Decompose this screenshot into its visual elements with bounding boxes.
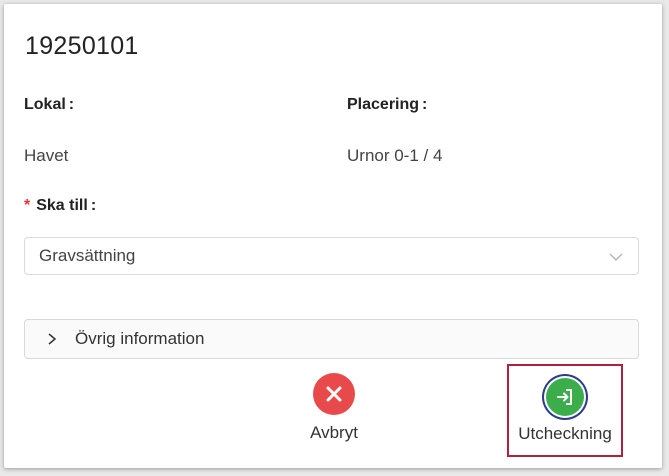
placering-label-colon: :: [422, 96, 428, 113]
ska-till-label: * Ska till:: [24, 197, 96, 215]
cancel-label: Avbryt: [310, 423, 358, 442]
dialog-title: 19250101: [25, 32, 139, 60]
sign-in-icon: [557, 389, 572, 405]
lokal-label: Lokal:: [24, 96, 74, 114]
ska-till-select[interactable]: Gravsättning: [24, 237, 639, 275]
ska-till-label-text: Ska till: [36, 197, 88, 214]
ovrig-information-collapse[interactable]: Övrig information: [24, 319, 639, 359]
placering-value: Urnor 0-1 / 4: [347, 146, 443, 165]
ska-till-selected-value: Gravsättning: [39, 246, 136, 265]
cancel-circle: [313, 373, 355, 415]
checkout-dialog: 19250101 Lokal: Havet Placering: Urnor 0…: [4, 4, 662, 468]
required-mark: *: [24, 197, 31, 214]
ska-till-label-colon: :: [90, 197, 97, 214]
chevron-down-icon: [609, 253, 623, 261]
lokal-label-text: Lokal: [24, 96, 66, 113]
checkout-circle: [546, 378, 584, 416]
close-icon: [326, 386, 342, 402]
lokal-value: Havet: [24, 146, 69, 165]
placering-label-text: Placering: [347, 96, 420, 113]
cancel-button[interactable]: Avbryt: [294, 373, 374, 443]
checkout-button[interactable]: Utcheckning: [507, 364, 623, 457]
placering-label: Placering:: [347, 96, 427, 114]
chevron-right-icon: [48, 333, 57, 345]
checkout-label: Utcheckning: [518, 424, 612, 443]
lokal-label-colon: :: [68, 96, 75, 113]
ovrig-information-label: Övrig information: [75, 329, 205, 348]
